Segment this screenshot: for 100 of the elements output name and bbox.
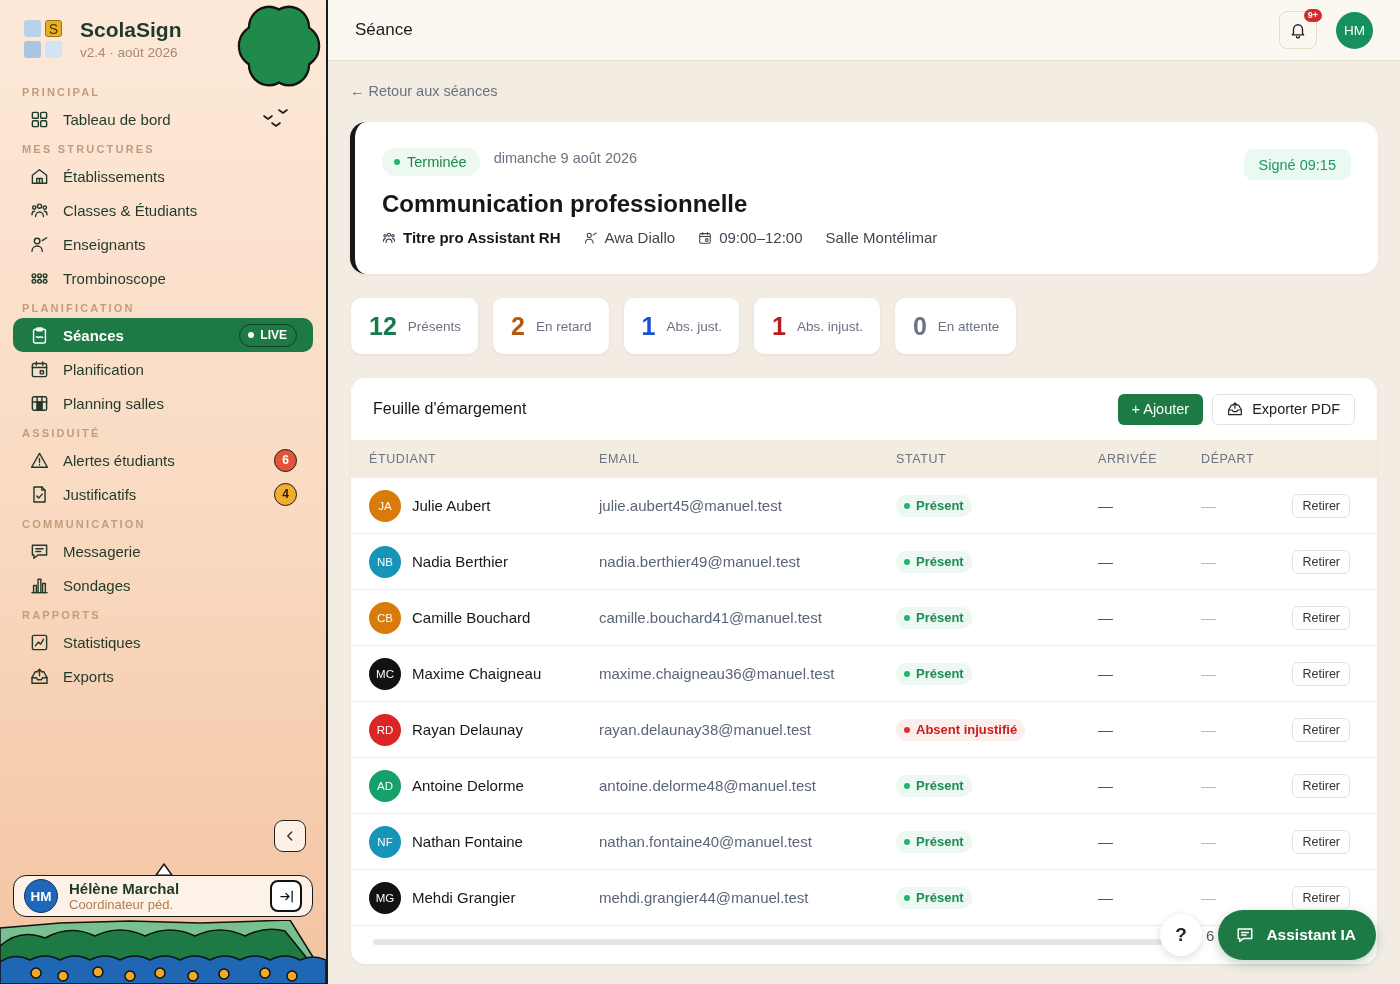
status-label: Présent <box>916 554 964 569</box>
column-header: DÉPART <box>1201 452 1256 466</box>
status-label: Présent <box>916 834 964 849</box>
collapse-button[interactable] <box>274 820 306 852</box>
remove-button[interactable]: Retirer <box>1292 885 1350 910</box>
back-link[interactable]: ← Retour aux séances <box>350 82 498 100</box>
assistant-button[interactable]: Assistant IA <box>1218 910 1376 960</box>
nav-item[interactable]: Trombinoscope <box>13 261 313 295</box>
student-avatar: AD <box>369 769 401 802</box>
status-dot-icon <box>904 838 910 845</box>
nav-item[interactable]: Établissements <box>13 159 313 193</box>
arrival-value: — <box>1098 833 1113 850</box>
person-icon <box>30 234 49 254</box>
remove-button[interactable]: Retirer <box>1292 717 1350 742</box>
tray-icon <box>1227 401 1244 417</box>
status-dot-icon <box>904 502 910 509</box>
status-label: Absent injustifié <box>916 722 1018 737</box>
student-avatar: RD <box>369 713 401 746</box>
nav-item[interactable]: Planification <box>13 352 313 386</box>
remove-button[interactable]: Retirer <box>1292 661 1350 686</box>
status-dot-icon <box>904 894 910 901</box>
calendar-icon <box>698 231 713 245</box>
column-header: ÉTUDIANT <box>369 452 438 466</box>
document-check-icon <box>30 484 49 504</box>
student-avatar: NB <box>369 545 401 578</box>
arrival-value: — <box>1098 889 1113 906</box>
departure-value: — <box>1201 889 1216 906</box>
student-avatar: CB <box>369 601 401 634</box>
line-chart-icon <box>30 632 49 652</box>
remove-button[interactable]: Retirer <box>1292 605 1350 630</box>
section-label: ASSIDUITÉ <box>21 426 101 441</box>
nav-item[interactable]: Séances LIVE <box>13 318 313 352</box>
departure-value: — <box>1201 665 1216 682</box>
departure-value: — <box>1201 833 1216 850</box>
count-badge: 4 <box>274 482 297 506</box>
status-dot-icon <box>904 614 910 621</box>
student-name: Mehdi Grangier <box>412 889 516 906</box>
student-name: Nathan Fontaine <box>412 833 523 850</box>
live-dot-icon <box>248 332 255 338</box>
section-label: MES STRUCTURES <box>21 142 155 157</box>
student-name: Nadia Berthier <box>412 553 508 570</box>
table-grid-icon <box>30 393 49 413</box>
nav-item[interactable]: Planning salles <box>13 386 313 420</box>
student-avatar: MC <box>369 657 401 690</box>
notifications-button[interactable] <box>1279 11 1317 49</box>
nav-item[interactable]: Statistiques <box>13 625 313 659</box>
exit-button[interactable] <box>270 880 302 912</box>
app-version: v2.4 · août 2026 <box>80 45 179 60</box>
nav-item[interactable]: Enseignants <box>13 227 313 261</box>
session-title: Communication professionnelle <box>382 190 749 218</box>
student-avatar: JA <box>369 489 401 522</box>
status-label: Présent <box>916 610 964 625</box>
add-button[interactable]: + Ajouter <box>1117 393 1204 425</box>
student-email: julie.aubert45@manuel.test <box>599 497 783 514</box>
user-avatar[interactable]: HM <box>1336 11 1373 49</box>
stat-label: Présents <box>407 318 462 334</box>
nav-item[interactable]: Classes & Étudiants <box>13 193 313 227</box>
stat-label: En attente <box>937 318 1000 334</box>
number-text: 6 <box>1206 926 1215 944</box>
column-header: ARRIVÉE <box>1098 452 1159 466</box>
student-email: maxime.chaigneau36@manuel.test <box>599 665 836 682</box>
stat-label: Abs. injust. <box>796 318 863 334</box>
departure-value: — <box>1201 777 1216 794</box>
student-email: rayan.delaunay38@manuel.test <box>599 721 813 738</box>
arrival-value: — <box>1098 721 1113 738</box>
nav-item[interactable]: Messagerie <box>13 534 313 568</box>
section-label: RAPPORTS <box>21 608 101 623</box>
nav-item[interactable]: Sondages <box>13 568 313 602</box>
bar-chart-icon <box>30 575 49 595</box>
status-label: Présent <box>916 666 964 681</box>
nav-item[interactable]: Justificatifs 4 <box>13 477 313 511</box>
export-pdf-button[interactable]: Exporter PDF <box>1212 393 1355 425</box>
chat-icon <box>1236 926 1255 944</box>
calendar-icon <box>30 359 49 379</box>
page-title: Séance <box>355 20 413 40</box>
nav-item[interactable]: Exports <box>13 659 313 693</box>
stat-label: Abs. just. <box>666 318 722 334</box>
app-name: ScolaSign <box>80 18 182 42</box>
remove-button[interactable]: Retirer <box>1292 773 1350 798</box>
student-avatar: MG <box>369 881 401 914</box>
logo-tile <box>45 41 62 58</box>
status-label: Présent <box>916 498 964 513</box>
remove-button[interactable]: Retirer <box>1292 549 1350 574</box>
departure-value: — <box>1201 553 1216 570</box>
horizontal-scrollbar[interactable] <box>373 939 1163 945</box>
stat-label: En retard <box>536 318 592 334</box>
tray-icon <box>30 666 49 686</box>
remove-button[interactable]: Retirer <box>1292 493 1350 518</box>
people-group-icon <box>30 200 49 220</box>
status-label: Présent <box>916 890 964 905</box>
chat-icon <box>30 541 49 561</box>
departure-value: — <box>1201 721 1216 738</box>
student-name: Camille Bouchard <box>412 609 531 626</box>
user-avatar: HM <box>24 879 58 913</box>
arrival-value: — <box>1098 777 1113 794</box>
student-name: Julie Aubert <box>412 497 491 514</box>
remove-button[interactable]: Retirer <box>1292 829 1350 854</box>
live-label: LIVE <box>260 328 287 342</box>
nav-item[interactable]: Tableau de bord <box>13 102 313 136</box>
nav-item[interactable]: Alertes étudiants 6 <box>13 443 313 477</box>
